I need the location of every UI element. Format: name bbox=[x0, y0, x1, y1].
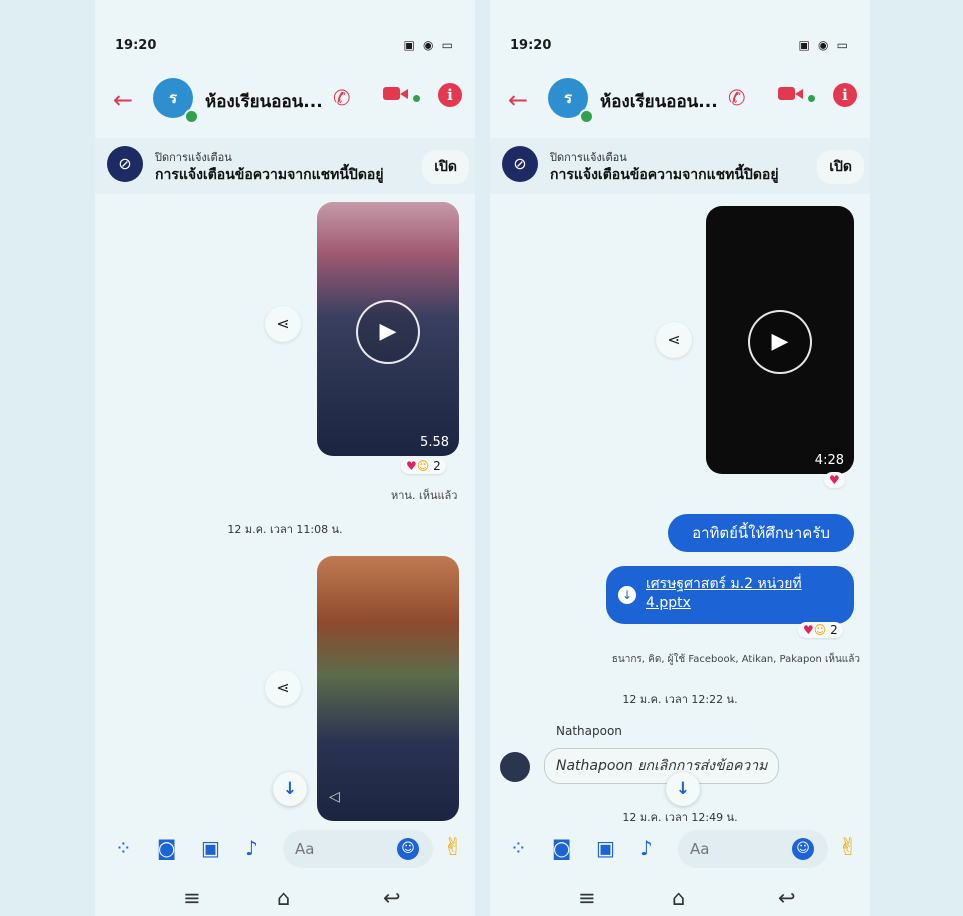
emoji-icon: ☺ bbox=[416, 459, 430, 473]
back-arrow-icon[interactable]: ← bbox=[113, 86, 133, 114]
menu-icon[interactable]: ≡ bbox=[183, 886, 201, 910]
status-icons: ▣ ◉ ▭ bbox=[403, 38, 455, 52]
return-icon[interactable]: ↩ bbox=[383, 886, 401, 910]
info-icon[interactable]: i bbox=[438, 83, 462, 107]
message-list[interactable]: ⋖ ▶ 5.58 ♥☺ 2 หาน. เห็นแล้ว 12 ม.ค. เวลา… bbox=[95, 196, 475, 821]
sender-name: Nathapoon bbox=[556, 724, 622, 738]
hand-icon[interactable]: ✌ bbox=[443, 833, 463, 861]
video-active-dot bbox=[808, 95, 815, 102]
share-icon[interactable]: ⋖ bbox=[265, 670, 301, 706]
message-list[interactable]: ⋖ ▶ 4:28 ♥ อาทิตย์นี้ให้ศึกษาครับ ↓ เศรษ… bbox=[490, 196, 870, 821]
unmute-button[interactable]: เปิด bbox=[817, 150, 864, 184]
status-icons: ▣ ◉ ▭ bbox=[798, 38, 850, 52]
play-icon[interactable]: ▶ bbox=[748, 310, 812, 374]
unmute-button[interactable]: เปิด bbox=[422, 150, 469, 184]
mute-icon: ⊘ bbox=[107, 146, 143, 182]
share-icon[interactable]: ⋖ bbox=[265, 306, 301, 342]
return-icon[interactable]: ↩ bbox=[778, 886, 796, 910]
gallery-icon[interactable]: ▣ bbox=[201, 836, 220, 860]
back-arrow-icon[interactable]: ← bbox=[508, 86, 528, 114]
timestamp: 12 ม.ค. เวลา 12:22 น. bbox=[622, 693, 738, 706]
heart-icon: ♥ bbox=[406, 459, 417, 473]
timestamp: 12 ม.ค. เวลา 12:49 น. bbox=[622, 811, 738, 821]
play-icon[interactable]: ▶ bbox=[356, 300, 420, 364]
mute-banner: ⊘ ปิดการแจ้งเตือน การแจ้งเตือนข้อความจาก… bbox=[490, 138, 870, 194]
video-icon[interactable] bbox=[778, 84, 804, 102]
heart-icon: ♥ bbox=[803, 623, 814, 637]
info-icon[interactable]: i bbox=[833, 83, 857, 107]
system-nav-bar: ≡ ⌂ ↩ bbox=[95, 886, 475, 916]
emoji-icon[interactable]: ☺ bbox=[792, 838, 814, 860]
apps-icon[interactable]: ⁘ bbox=[510, 836, 527, 860]
reaction-badge[interactable]: ♥☺ 2 bbox=[401, 458, 446, 474]
status-bar: 19:20 ▣ ◉ ▭ bbox=[115, 38, 455, 58]
scroll-down-icon[interactable]: ↓ bbox=[273, 772, 307, 806]
video-message[interactable]: ▶ 4:28 bbox=[706, 206, 854, 474]
phone-icon[interactable]: ✆ bbox=[333, 86, 351, 110]
video-duration: 4:28 bbox=[814, 453, 844, 468]
message-composer: ⁘ ◙ ▣ ♪ ☺ ✌ bbox=[490, 826, 870, 876]
file-attachment[interactable]: ↓ เศรษฐศาสตร์ ม.2 หน่วยที่ 4.pptx bbox=[606, 566, 854, 624]
scroll-down-icon[interactable]: ↓ bbox=[666, 772, 700, 806]
reaction-badge[interactable]: ♥ bbox=[824, 472, 845, 488]
emoji-icon[interactable]: ☺ bbox=[397, 838, 419, 860]
microphone-icon[interactable]: ♪ bbox=[640, 836, 653, 860]
system-nav-bar: ≡ ⌂ ↩ bbox=[490, 886, 870, 916]
seen-by: ธนากร, คิด, ผู้ใช้ Facebook, Atikan, Pak… bbox=[611, 654, 860, 665]
menu-icon[interactable]: ≡ bbox=[578, 886, 596, 910]
home-icon[interactable]: ⌂ bbox=[277, 886, 290, 910]
timestamp: 12 ม.ค. เวลา 11:08 น. bbox=[227, 523, 343, 536]
camera-icon[interactable]: ◙ bbox=[157, 836, 176, 860]
file-name[interactable]: เศรษฐศาสตร์ ม.2 หน่วยที่ 4.pptx bbox=[646, 575, 844, 613]
emoji-icon: ☺ bbox=[813, 623, 827, 637]
message-bubble[interactable]: อาทิตย์นี้ให้ศึกษาครับ bbox=[668, 514, 854, 552]
reaction-badge[interactable]: ♥☺ 2 bbox=[798, 622, 843, 638]
share-icon[interactable]: ⋖ bbox=[656, 322, 692, 358]
chat-header: ← ร ห้องเรียนออน... ✆ i bbox=[490, 78, 870, 124]
reaction-count: 2 bbox=[830, 623, 838, 637]
online-indicator bbox=[184, 109, 199, 124]
video-message[interactable]: ◁ bbox=[317, 556, 459, 821]
mute-banner: ⊘ ปิดการแจ้งเตือน การแจ้งเตือนข้อความจาก… bbox=[95, 138, 475, 194]
online-indicator bbox=[579, 109, 594, 124]
video-icon[interactable] bbox=[383, 84, 409, 102]
speaker-icon[interactable]: ◁ bbox=[329, 789, 340, 805]
left-screen: 19:20 ▣ ◉ ▭ ← ร ห้องเรียนออน... ✆ i ⊘ ปิ… bbox=[95, 0, 475, 916]
right-screen: 19:20 ▣ ◉ ▭ ← ร ห้องเรียนออน... ✆ i ⊘ ปิ… bbox=[490, 0, 870, 916]
gallery-icon[interactable]: ▣ bbox=[596, 836, 615, 860]
avatar[interactable] bbox=[500, 752, 530, 782]
home-icon[interactable]: ⌂ bbox=[672, 886, 685, 910]
download-icon[interactable]: ↓ bbox=[618, 586, 636, 604]
message-composer: ⁘ ◙ ▣ ♪ ☺ ✌ bbox=[95, 826, 475, 876]
microphone-icon[interactable]: ♪ bbox=[245, 836, 258, 860]
heart-icon: ♥ bbox=[829, 473, 840, 487]
phone-icon[interactable]: ✆ bbox=[728, 86, 746, 110]
chat-title[interactable]: ห้องเรียนออน... bbox=[600, 88, 718, 115]
hand-icon[interactable]: ✌ bbox=[838, 833, 858, 861]
status-time: 19:20 bbox=[510, 38, 552, 53]
video-message[interactable]: ▶ 5.58 bbox=[317, 202, 459, 456]
status-bar: 19:20 ▣ ◉ ▭ bbox=[510, 38, 850, 58]
unsent-message: Nathapoon ยกเลิกการส่งข้อความ bbox=[544, 748, 780, 784]
status-time: 19:20 bbox=[115, 38, 157, 53]
chat-title[interactable]: ห้องเรียนออน... bbox=[205, 88, 323, 115]
chat-header: ← ร ห้องเรียนออน... ✆ i bbox=[95, 78, 475, 124]
apps-icon[interactable]: ⁘ bbox=[115, 836, 132, 860]
video-duration: 5.58 bbox=[420, 435, 449, 450]
mute-icon: ⊘ bbox=[502, 146, 538, 182]
banner-text: การแจ้งเตือนข้อความจากแชทนี้ปิดอยู่ bbox=[155, 167, 384, 183]
banner-text: การแจ้งเตือนข้อความจากแชทนี้ปิดอยู่ bbox=[550, 167, 779, 183]
camera-icon[interactable]: ◙ bbox=[552, 836, 571, 860]
video-active-dot bbox=[413, 95, 420, 102]
reaction-count: 2 bbox=[433, 459, 441, 473]
seen-by: หาน. เห็นแล้ว bbox=[391, 489, 458, 502]
